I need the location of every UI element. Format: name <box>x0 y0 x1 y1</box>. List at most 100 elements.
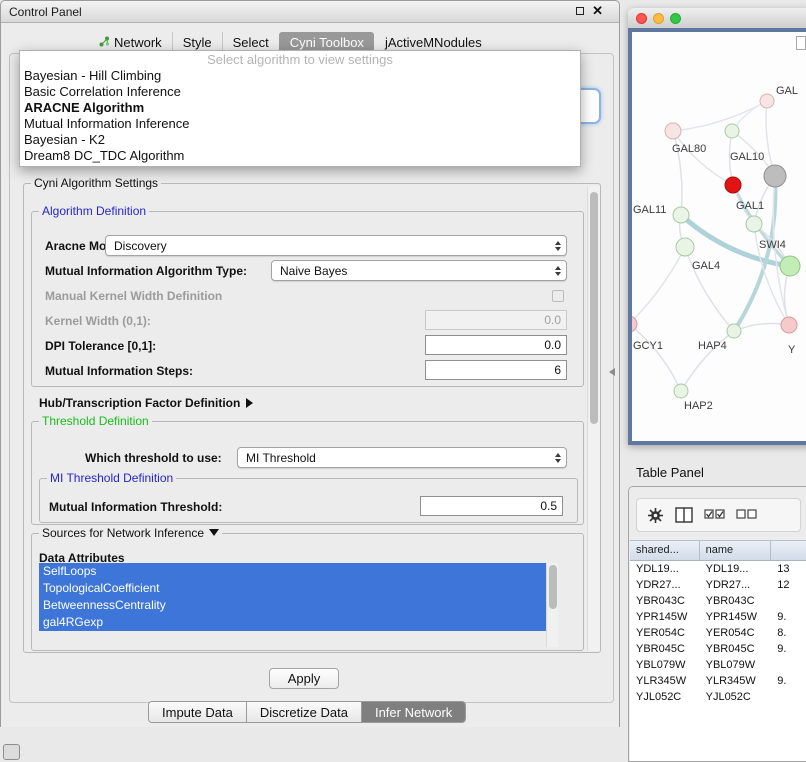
columns-icon[interactable] <box>675 507 693 523</box>
table-panel-title: Table Panel <box>636 465 704 480</box>
hub-definition-toggle[interactable]: Hub/Transcription Factor Definition <box>39 394 253 412</box>
aracne-mode-combo[interactable]: Discovery <box>105 235 567 256</box>
table-cell: YPR145W <box>700 609 772 625</box>
table-row[interactable]: YBR045CYBR045C9. <box>630 641 806 657</box>
float-window-icon[interactable] <box>576 7 584 15</box>
table-cell: 12 <box>771 577 806 593</box>
network-edge[interactable] <box>673 101 767 131</box>
network-overview-box[interactable] <box>796 36 806 50</box>
network-node-label: GAL11 <box>633 204 666 216</box>
table-cell: 13 <box>771 561 806 577</box>
algorithm-option[interactable]: Bayesian - Hill Climbing <box>20 68 580 84</box>
table-row[interactable]: YDL19...YDL19...13 <box>630 561 806 577</box>
table-row[interactable]: YPR145WYPR145W9. <box>630 609 806 625</box>
table-row[interactable]: YJL052CYJL052C <box>630 689 806 705</box>
network-node-label: GAL1 <box>736 200 764 212</box>
table-cell: YLR345W <box>630 673 700 689</box>
network-node[interactable] <box>725 124 739 138</box>
table-cell: 8. <box>771 625 806 641</box>
network-node-label: GCY1 <box>633 340 663 352</box>
network-edge[interactable] <box>632 247 685 324</box>
zoom-traffic-light-icon[interactable] <box>670 13 681 24</box>
close-icon[interactable]: ✕ <box>592 6 603 16</box>
combo-arrows-icon <box>550 241 566 251</box>
network-node[interactable] <box>673 207 689 223</box>
network-node[interactable] <box>746 216 762 232</box>
network-node[interactable] <box>727 324 741 338</box>
table-row[interactable]: YBR043CYBR043C <box>630 593 806 609</box>
table-cell: YDL19... <box>700 561 772 577</box>
attribute-list-item[interactable]: gal4RGexp <box>39 614 546 631</box>
mi-type-combo[interactable]: Naive Bayes <box>271 260 567 281</box>
network-node[interactable] <box>781 317 797 333</box>
control-panel-titlebar[interactable]: Control Panel ✕ <box>1 1 619 23</box>
network-edge[interactable] <box>632 324 681 391</box>
bottom-tab-impute-data[interactable]: Impute Data <box>149 702 246 722</box>
network-node[interactable] <box>725 177 741 193</box>
bottom-tab-discretize-data[interactable]: Discretize Data <box>246 702 361 722</box>
network-node[interactable] <box>764 165 786 187</box>
table-cell <box>771 593 806 609</box>
kernel-width-field[interactable]: 0.0 <box>425 310 567 330</box>
deselect-all-checkboxes-icon[interactable] <box>736 509 757 521</box>
table-row[interactable]: YLR345WYLR345W9. <box>630 673 806 689</box>
attribute-list-item[interactable]: BetweennessCentrality <box>39 597 546 614</box>
algorithm-option[interactable]: Bayesian - K2 <box>20 132 580 148</box>
network-node[interactable] <box>780 256 800 276</box>
sources-scrollbar-thumb[interactable] <box>549 565 557 609</box>
table-header-row: shared...name <box>630 540 806 561</box>
table-cell: YBR043C <box>630 593 700 609</box>
sources-group-title[interactable]: Sources for Network Inference <box>39 526 222 540</box>
sources-list-scrollbar[interactable] <box>546 563 558 647</box>
minimized-panel-icon[interactable] <box>3 744 20 760</box>
network-window-titlebar[interactable] <box>628 8 806 29</box>
network-view-window: GALGAL80GAL10GAL11GAL1GAL4SWI4GCY1HAP4YH… <box>628 8 806 445</box>
attribute-list-item[interactable]: SelfLoops <box>39 563 546 580</box>
collapsed-arrow-icon <box>246 398 253 408</box>
panel-collapse-arrow-icon[interactable] <box>609 368 615 376</box>
table-toolbar <box>636 498 801 532</box>
mi-steps-field[interactable]: 6 <box>425 360 567 380</box>
table-row[interactable]: YER054CYER054C8. <box>630 625 806 641</box>
tab-label: Select <box>233 35 269 50</box>
settings-group-title: Cyni Algorithm Settings <box>31 176 161 190</box>
network-node[interactable] <box>665 123 681 139</box>
table-cell <box>771 689 806 705</box>
mi-threshold-field[interactable]: 0.5 <box>420 496 563 516</box>
network-node-label: GAL80 <box>672 143 706 155</box>
table-cell: YDR27... <box>700 577 772 593</box>
network-node-label: HAP4 <box>698 340 727 352</box>
dpi-tolerance-field[interactable]: 0.0 <box>425 335 567 355</box>
algorithm-option[interactable]: Basic Correlation Inference <box>20 84 580 100</box>
attribute-list-item[interactable]: TopologicalCoefficient <box>39 580 546 597</box>
bottom-tab-infer-network[interactable]: Infer Network <box>361 702 465 722</box>
close-traffic-light-icon[interactable] <box>636 13 647 24</box>
algorithm-option[interactable]: ARACNE Algorithm <box>20 100 580 116</box>
algorithm-option[interactable]: Mutual Information Inference <box>20 116 580 132</box>
network-node-label: GAL10 <box>730 151 764 163</box>
manual-kernel-checkbox[interactable] <box>552 290 564 302</box>
column-header[interactable]: name <box>700 541 772 560</box>
minimize-traffic-light-icon[interactable] <box>653 13 664 24</box>
network-node[interactable] <box>676 238 694 256</box>
algorithm-option[interactable]: Dream8 DC_TDC Algorithm <box>20 148 580 164</box>
mi-type-label: Mutual Information Algorithm Type: <box>45 264 247 278</box>
table-cell: YDL19... <box>630 561 700 577</box>
network-node[interactable] <box>674 384 688 398</box>
network-canvas-svg[interactable]: GALGAL80GAL10GAL11GAL1GAL4SWI4GCY1HAP4YH… <box>632 32 806 445</box>
column-header[interactable] <box>771 541 806 560</box>
settings-scrollbar[interactable] <box>587 186 600 651</box>
table-row[interactable]: YDR27...YDR27...12 <box>630 577 806 593</box>
network-node-label: HAP2 <box>684 400 713 412</box>
network-canvas-frame: GALGAL80GAL10GAL11GAL1GAL4SWI4GCY1HAP4YH… <box>628 28 806 445</box>
column-header[interactable]: shared... <box>630 541 700 560</box>
network-node[interactable] <box>760 94 774 108</box>
select-all-checkboxes-icon[interactable] <box>704 509 725 521</box>
settings-scrollbar-thumb[interactable] <box>590 192 598 424</box>
table-cell: YPR145W <box>630 609 700 625</box>
table-row[interactable]: YBL079WYBL079W <box>630 657 806 673</box>
apply-button[interactable]: Apply <box>269 668 339 689</box>
which-threshold-combo[interactable]: MI Threshold <box>237 447 567 468</box>
control-panel-window: Control Panel ✕ NetworkStyleSelectCyni T… <box>0 0 620 727</box>
gear-icon[interactable] <box>647 507 664 524</box>
